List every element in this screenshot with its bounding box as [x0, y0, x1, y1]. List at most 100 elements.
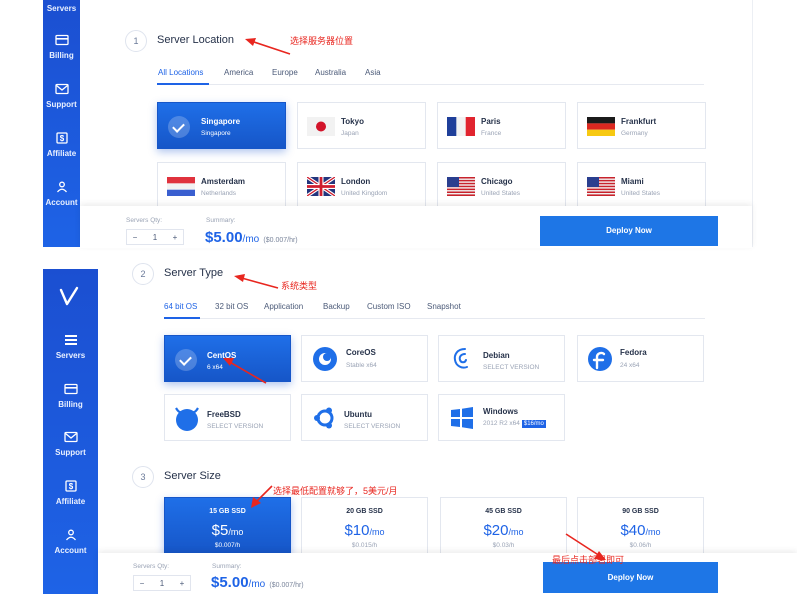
plus-button[interactable]: + — [174, 576, 190, 590]
tab-snapshot[interactable]: Snapshot — [427, 302, 461, 311]
tab-backup[interactable]: Backup — [323, 302, 350, 311]
location-card-miami[interactable]: Miami United States — [577, 162, 706, 209]
billing-icon — [63, 383, 78, 395]
price-hourly: ($0.007/hr) — [269, 582, 304, 589]
annotation-arrow — [565, 533, 606, 560]
coreos-icon — [313, 347, 337, 371]
sidebar-item-account[interactable]: Account — [43, 181, 80, 207]
us-flag-icon — [447, 177, 475, 196]
fedora-icon — [588, 347, 612, 371]
tab-64-bit-os[interactable]: 64 bit OS — [164, 302, 197, 311]
tab-australia[interactable]: Australia — [315, 68, 346, 77]
size-card-20gb[interactable]: 20 GB SSD $10/mo $0.015/h — [301, 497, 428, 555]
location-country: United States — [481, 190, 521, 197]
annotation-server-size: 选择最低配置就够了，5美元/月 — [273, 486, 398, 496]
sidebar-item-label: Account — [45, 198, 78, 207]
sidebar-item-affiliate[interactable]: $ Affiliate — [43, 132, 80, 158]
price-value: $5.00 — [211, 574, 249, 591]
japan-flag-icon — [307, 117, 335, 136]
os-card-coreos[interactable]: CoreOS Stable x64 — [301, 335, 428, 382]
sidebar-item-billing[interactable]: Billing — [43, 383, 98, 409]
location-card-singapore[interactable]: Singapore Singapore — [157, 102, 286, 149]
location-name: London — [341, 177, 371, 186]
sidebar-item-servers[interactable]: Servers — [43, 4, 80, 13]
location-card-paris[interactable]: Paris France — [437, 102, 566, 149]
location-card-frankfurt[interactable]: Frankfurt Germany — [577, 102, 706, 149]
tab-asia[interactable]: Asia — [365, 68, 381, 77]
affiliate-icon: $ — [55, 132, 68, 144]
price-period: /mo — [248, 579, 266, 590]
sidebar-item-account[interactable]: Account — [43, 529, 98, 555]
deploy-now-button[interactable]: Deploy Now — [543, 562, 718, 593]
sidebar-item-support[interactable]: Support — [43, 431, 98, 457]
step-title: Server Size — [164, 470, 221, 482]
tab-32-bit-os[interactable]: 32 bit OS — [215, 302, 248, 311]
minus-button[interactable]: − — [134, 576, 150, 590]
location-name: Chicago — [481, 177, 513, 186]
sidebar-item-billing[interactable]: Billing — [43, 34, 80, 60]
france-flag-icon — [447, 117, 475, 136]
location-card-london[interactable]: London United Kingdom — [297, 162, 426, 209]
os-card-windows[interactable]: Windows 2012 R2 x64 $16/mo — [438, 394, 565, 441]
location-name: Paris — [481, 117, 501, 126]
size-price: $20/mo — [441, 522, 566, 539]
uk-flag-icon — [307, 177, 335, 196]
quantity-stepper[interactable]: − 1 + — [133, 575, 191, 591]
sidebar-item-label: Support — [46, 100, 77, 109]
size-label: 45 GB SSD — [485, 508, 522, 515]
location-name: Frankfurt — [621, 117, 657, 126]
bottom-screenshot: Servers Billing Support $ Affiliate Acco… — [0, 263, 797, 594]
os-version: SELECT VERSION — [344, 423, 401, 430]
price-value: $5.00 — [205, 229, 243, 246]
quantity-stepper[interactable]: − 1 + — [126, 229, 184, 245]
bottom-sidebar: Servers Billing Support $ Affiliate Acco… — [43, 269, 98, 594]
location-country: Japan — [341, 130, 359, 137]
os-card-freebsd[interactable]: FreeBSD SELECT VERSION — [164, 394, 291, 441]
germany-flag-icon — [587, 117, 615, 136]
debian-icon — [453, 348, 468, 369]
step-title: Server Location — [157, 34, 235, 46]
os-card-fedora[interactable]: Fedora 24 x64 — [577, 335, 704, 382]
size-price-value: $10 — [344, 522, 370, 539]
size-price-period: /mo — [228, 527, 244, 537]
location-card-tokyo[interactable]: Tokyo Japan — [297, 102, 426, 149]
sidebar-item-affiliate[interactable]: $ Affiliate — [43, 480, 98, 506]
tab-america[interactable]: America — [224, 68, 253, 77]
top-sidebar: Servers Billing Support $ Affiliate Acco… — [43, 0, 80, 247]
minus-button[interactable]: − — [127, 230, 143, 244]
location-card-chicago[interactable]: Chicago United States — [437, 162, 566, 209]
os-name: Windows — [483, 407, 519, 416]
plus-button[interactable]: + — [167, 230, 183, 244]
tab-application[interactable]: Application — [264, 302, 303, 311]
tab-europe[interactable]: Europe — [272, 68, 298, 77]
vultr-logo-icon[interactable] — [58, 286, 82, 308]
os-card-ubuntu[interactable]: Ubuntu SELECT VERSION — [301, 394, 428, 441]
os-version: 24 x64 — [620, 362, 640, 369]
sidebar-item-support[interactable]: Support — [43, 83, 80, 109]
quantity-value: 1 — [152, 232, 158, 242]
size-price-value: $5 — [211, 522, 229, 539]
servers-icon — [64, 335, 77, 345]
sidebar-item-label: Servers — [46, 4, 77, 13]
sidebar-item-label: Servers — [55, 351, 86, 360]
price-badge: $16/mo — [521, 420, 546, 428]
sidebar-item-servers[interactable]: Servers — [43, 334, 98, 360]
summary-label: Summary: — [206, 217, 236, 224]
location-card-amsterdam[interactable]: Amsterdam Netherlands — [157, 162, 286, 209]
tab-all-locations[interactable]: All Locations — [158, 68, 203, 77]
step-number: 1 — [125, 30, 147, 52]
top-bottom-bar: Servers Qty: − 1 + Summary: $5.00/mo ($0… — [80, 206, 752, 248]
location-name: Amsterdam — [201, 177, 246, 186]
size-card-45gb[interactable]: 45 GB SSD $20/mo $0.03/h — [440, 497, 567, 555]
os-card-debian[interactable]: Debian SELECT VERSION — [438, 335, 565, 382]
tab-custom-iso[interactable]: Custom ISO — [367, 302, 411, 311]
summary-price: $5.00/mo ($0.007/hr) — [211, 574, 304, 591]
deploy-now-button[interactable]: Deploy Now — [540, 216, 718, 246]
sidebar-item-label: Billing — [58, 400, 83, 409]
location-name: Singapore — [201, 117, 241, 126]
tabs-divider — [164, 318, 705, 319]
size-price: $10/mo — [302, 522, 427, 539]
servers-qty-label: Servers Qty: — [133, 563, 170, 570]
price-period: /mo — [242, 234, 260, 245]
size-label: 20 GB SSD — [346, 508, 383, 515]
